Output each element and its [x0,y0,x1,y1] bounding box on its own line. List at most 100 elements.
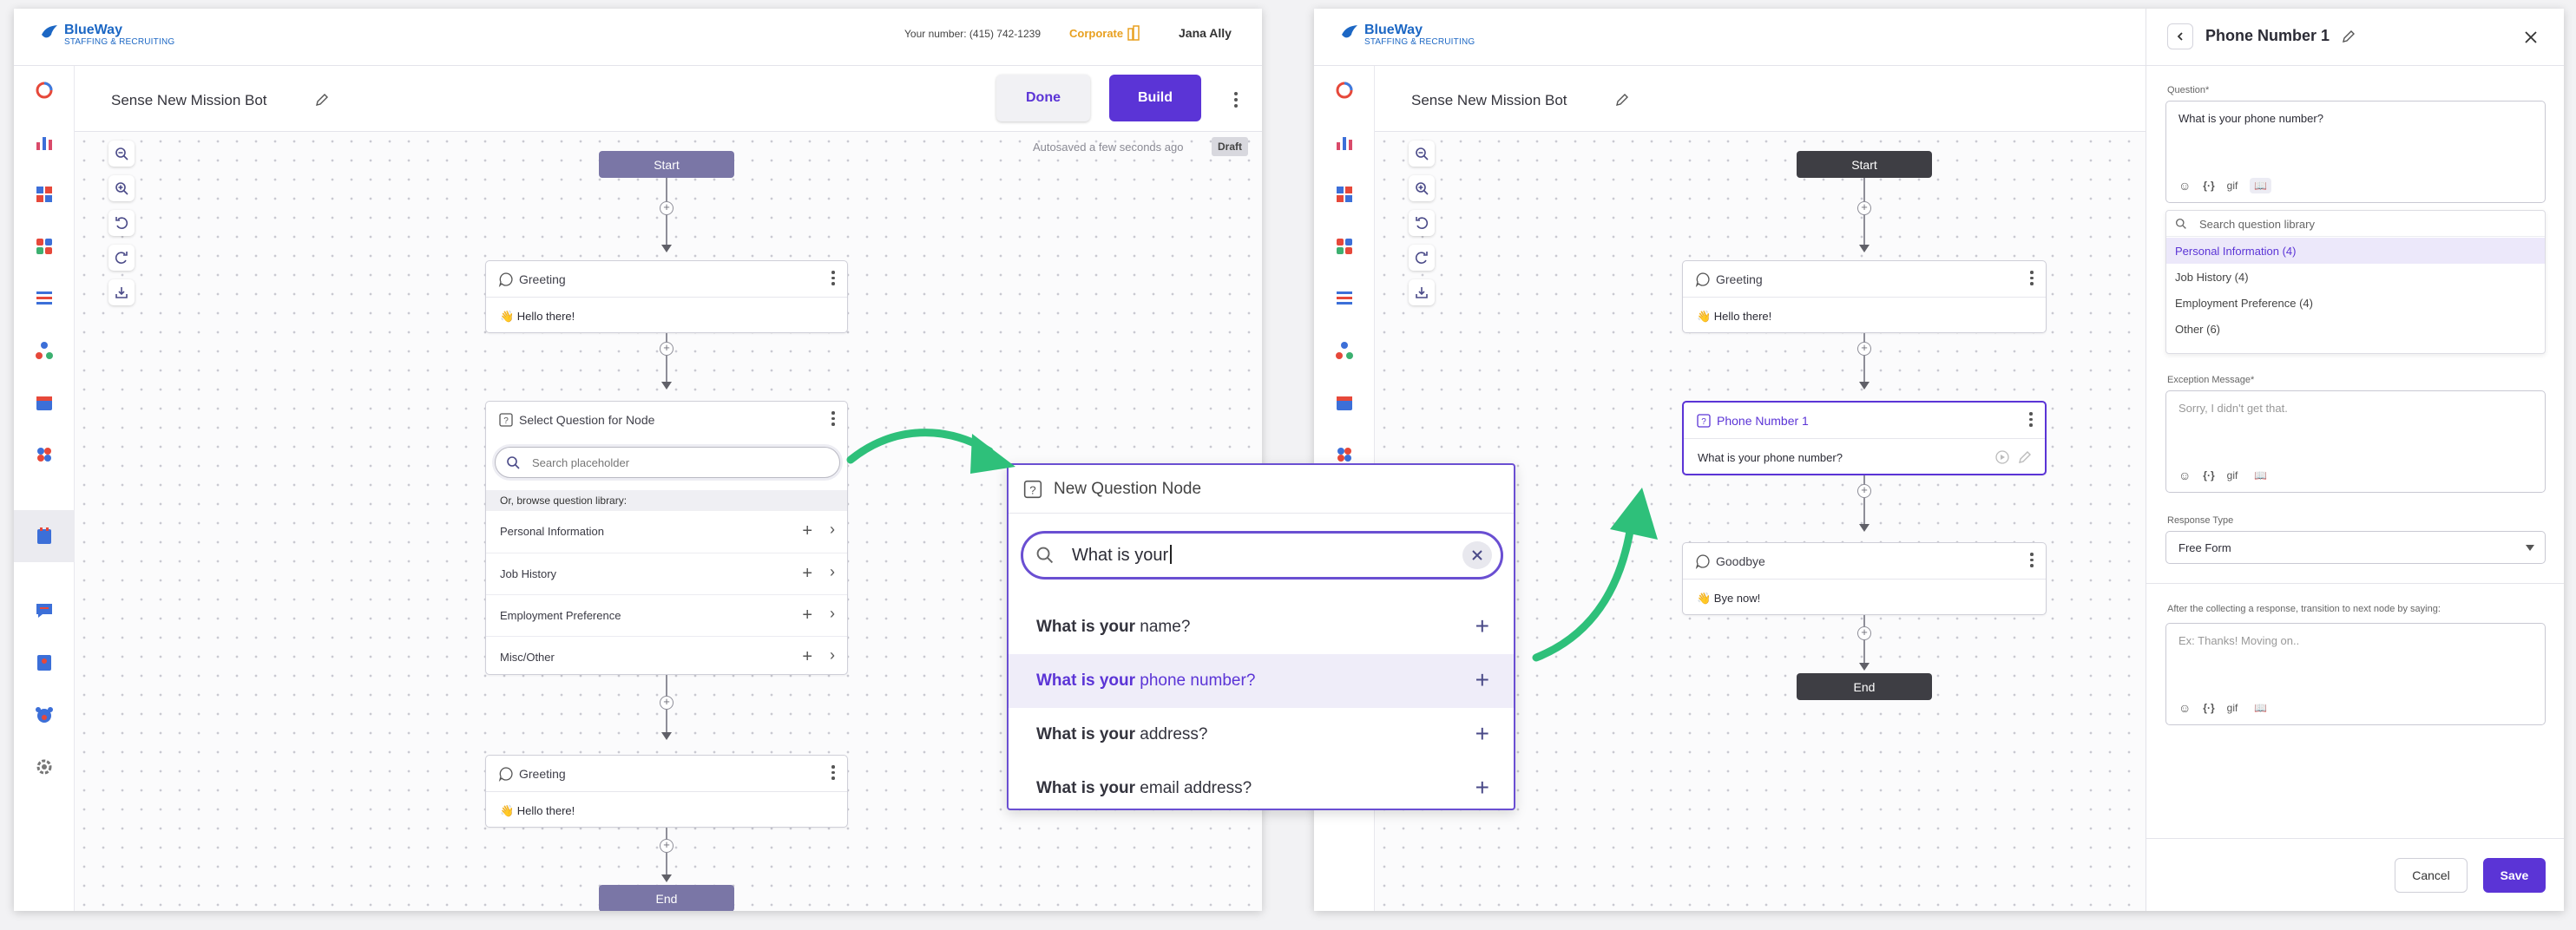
zoom-out-button[interactable] [1409,141,1435,167]
add-node-button[interactable]: + [1857,626,1871,640]
zoom-out-button[interactable] [108,141,135,167]
add-node-button[interactable]: + [1857,484,1871,498]
library-item-personal[interactable]: Personal Information (4) [2166,238,2545,264]
new-question-node-popup[interactable]: ? New Question Node What is your What is… [1007,463,1515,810]
cancel-button[interactable]: Cancel [2395,858,2468,893]
export-button[interactable] [108,279,135,305]
end-node[interactable]: End [1797,673,1932,700]
library-category-row[interactable]: Personal Information + › [486,511,847,553]
question-library-book-icon[interactable]: 📖 [2250,700,2271,716]
brand-logo[interactable]: BlueWay STAFFING & RECRUITING [1340,23,1475,47]
add-suggestion-plus-icon[interactable]: + [1475,612,1489,640]
node-menu-kebab-icon[interactable] [2030,271,2034,286]
add-node-button[interactable]: + [660,201,674,215]
export-button[interactable] [1409,279,1435,305]
chevron-right-icon[interactable]: › [830,563,835,581]
nav-network-icon[interactable] [34,340,55,361]
nav-home-ring-icon[interactable] [34,80,55,101]
nav-settings-gear-icon[interactable] [34,756,55,777]
library-category-row[interactable]: Misc/Other + › [486,636,847,678]
nav-network-icon[interactable] [1334,340,1355,361]
gif-icon[interactable]: gif [2227,180,2238,192]
redo-button[interactable] [108,245,135,271]
add-plus-icon[interactable]: + [802,647,812,667]
variable-icon[interactable]: {·} [2203,702,2214,714]
question-library-book-icon[interactable]: 📖 [2250,468,2271,483]
question-library-book-icon[interactable]: 📖 [2250,178,2272,193]
user-name[interactable]: Jana Ally [1179,26,1232,40]
add-node-button[interactable]: + [660,696,674,710]
back-button[interactable] [2167,23,2193,49]
variable-icon[interactable]: {·} [2203,469,2214,481]
nav-home-ring-icon[interactable] [1334,80,1355,101]
add-suggestion-plus-icon[interactable]: + [1475,720,1489,748]
emoji-icon[interactable]: ☺ [2178,701,2191,715]
chevron-right-icon[interactable]: › [830,521,835,539]
nav-pinwheel-icon[interactable] [34,444,55,465]
edit-pencil-icon[interactable] [2017,449,2033,465]
node-menu-kebab-icon[interactable] [2029,412,2033,428]
phone-number-node[interactable]: ? Phone Number 1 What is your phone numb… [1682,401,2047,475]
nav-pinwheel-icon[interactable] [1334,444,1355,465]
library-item-employment[interactable]: Employment Preference (4) [2166,290,2545,316]
add-node-button[interactable]: + [660,342,674,356]
zoom-in-button[interactable] [108,175,135,201]
save-button[interactable]: Save [2483,858,2546,893]
node-menu-kebab-icon[interactable] [2030,553,2034,568]
nav-analytics-icon[interactable] [1334,132,1355,153]
transition-textarea[interactable]: Ex: Thanks! Moving on.. ☺ {·} gif 📖 [2165,623,2546,725]
add-plus-icon[interactable]: + [802,521,812,541]
brand-logo[interactable]: BlueWay STAFFING & RECRUITING [40,23,174,47]
edit-title-pencil-icon[interactable] [1614,92,1630,108]
goodbye-node[interactable]: Goodbye 👋 Bye now! [1682,542,2047,615]
greeting-node[interactable]: Greeting 👋 Hello there! [1682,260,2047,333]
question-search-input[interactable]: Search placeholder [495,447,840,478]
close-icon[interactable] [2523,29,2539,45]
edit-title-pencil-icon[interactable] [314,92,330,108]
library-item-job-history[interactable]: Job History (4) [2166,264,2545,290]
library-category-row[interactable]: Job History + › [486,553,847,594]
nav-calendar-icon[interactable] [34,392,55,413]
exception-textarea[interactable]: Sorry, I didn't get that. ☺ {·} gif 📖 [2165,390,2546,493]
add-node-button[interactable]: + [660,839,674,853]
add-suggestion-plus-icon[interactable]: + [1475,666,1489,694]
suggestion-item[interactable]: What is your name? + [1009,600,1514,654]
add-node-button[interactable]: + [1857,201,1871,215]
plan-badge[interactable]: Corporate [1069,25,1140,41]
greeting-node[interactable]: Greeting 👋 Hello there! [485,260,848,333]
nav-chat-icon[interactable] [34,600,55,621]
greeting-node-2[interactable]: Greeting 👋 Hello there! [485,755,848,828]
undo-button[interactable] [108,210,135,236]
build-button[interactable]: Build [1109,75,1201,121]
play-circle-icon[interactable] [1994,449,2010,465]
gif-icon[interactable]: gif [2227,702,2238,714]
nav-analytics-icon[interactable] [34,132,55,153]
emoji-icon[interactable]: ☺ [2178,468,2191,482]
suggestion-item-highlighted[interactable]: What is your phone number? + [1009,654,1514,708]
more-menu-kebab-icon[interactable] [1234,92,1238,108]
nav-grid-icon[interactable] [34,184,55,205]
undo-button[interactable] [1409,210,1435,236]
nav-grid-icon[interactable] [1334,184,1355,205]
variable-icon[interactable]: {·} [2203,180,2214,192]
popup-search-input[interactable]: What is your [1021,531,1503,580]
start-node[interactable]: Start [1797,151,1932,178]
nav-list-icon[interactable] [34,288,55,309]
start-node[interactable]: Start [599,151,734,178]
add-node-button[interactable]: + [1857,342,1871,356]
edit-title-pencil-icon[interactable] [2341,29,2356,44]
clear-search-button[interactable] [1462,541,1492,569]
redo-button[interactable] [1409,245,1435,271]
select-question-node[interactable]: ? Select Question for Node Search placeh… [485,401,848,675]
nav-calendar-icon[interactable] [1334,392,1355,413]
add-suggestion-plus-icon[interactable]: + [1475,774,1489,802]
library-item-other[interactable]: Other (6) [2166,316,2545,342]
nav-contacts-icon[interactable] [34,652,55,673]
suggestion-item[interactable]: What is your email address? + [1009,762,1514,815]
node-menu-kebab-icon[interactable] [831,271,835,286]
question-textarea[interactable]: What is your phone number? ☺ {·} gif 📖 [2165,101,2546,203]
nav-bear-icon[interactable] [34,704,55,725]
add-plus-icon[interactable]: + [802,606,812,625]
nav-list-icon[interactable] [1334,288,1355,309]
emoji-icon[interactable]: ☺ [2178,179,2191,193]
